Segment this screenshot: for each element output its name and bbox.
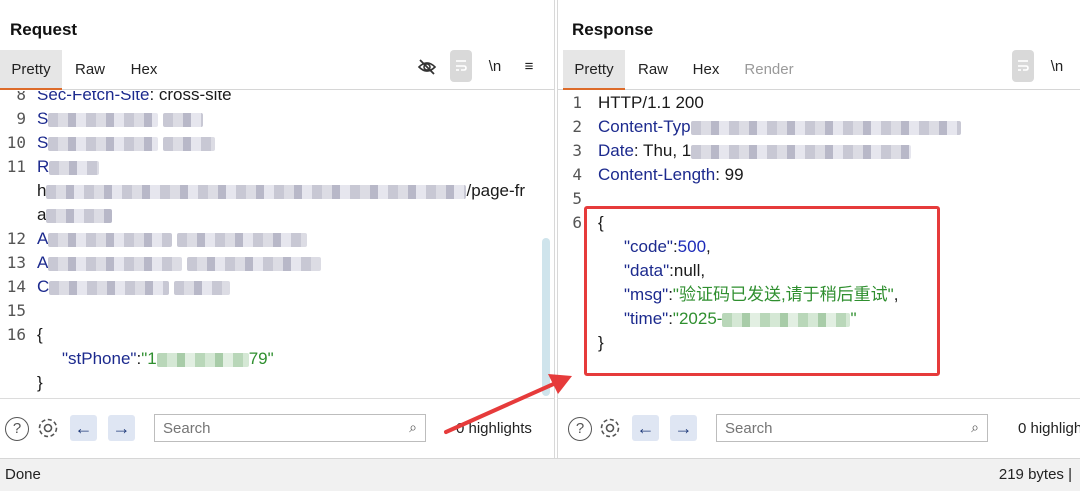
redacted-text xyxy=(46,208,113,223)
annotation-highlight-box xyxy=(584,206,940,376)
redacted-text xyxy=(48,112,159,127)
redacted-text xyxy=(163,112,204,127)
response-tab-raw[interactable]: Raw xyxy=(625,50,681,90)
menu-icon[interactable]: ≡ xyxy=(518,52,540,82)
magnifier-icon: ⌕ xyxy=(971,419,979,435)
arrow-right-icon[interactable]: → xyxy=(108,415,135,441)
redacted-text xyxy=(174,280,231,295)
annotation-arrow xyxy=(444,374,572,434)
redacted-text xyxy=(48,232,173,247)
response-tab-pretty[interactable]: Pretty xyxy=(563,50,625,90)
magnifier-icon: ⌕ xyxy=(409,419,417,435)
redacted-text xyxy=(46,184,467,199)
redacted-text xyxy=(177,232,308,247)
redacted-text xyxy=(690,120,961,135)
status-text: Done xyxy=(5,466,41,483)
redacted-text xyxy=(156,352,249,367)
status-bar: Done 219 bytes | xyxy=(0,458,1080,491)
wrap-icon[interactable] xyxy=(1012,50,1034,82)
response-tab-render[interactable]: Render xyxy=(736,50,802,90)
redacted-text xyxy=(48,256,183,271)
request-tab-pretty[interactable]: Pretty xyxy=(0,50,62,90)
request-search-field[interactable] xyxy=(155,415,375,441)
response-search-input[interactable]: ⌕ xyxy=(716,414,988,442)
request-editor[interactable]: 8 Sec-Fetch-Site: cross-site 9 S 10 S 11… xyxy=(0,91,554,398)
arrow-right-icon[interactable]: → xyxy=(670,415,697,441)
gear-icon[interactable] xyxy=(35,415,61,446)
burp-repeater-window: Request Pretty Raw Hex \n ≡ 8 Sec-Fetch-… xyxy=(0,0,1080,491)
redacted-text xyxy=(49,160,100,175)
response-title: Response xyxy=(572,20,654,39)
request-tab-raw[interactable]: Raw xyxy=(62,50,118,90)
redacted-text xyxy=(48,136,159,151)
arrow-left-icon[interactable]: ← xyxy=(70,415,97,441)
request-search-input[interactable]: ⌕ xyxy=(154,414,426,442)
wrap-icon[interactable] xyxy=(450,50,472,82)
newline-toggle[interactable]: \n xyxy=(1046,52,1068,82)
redacted-text xyxy=(187,256,322,271)
redacted-text xyxy=(49,280,170,295)
response-search-field[interactable] xyxy=(717,415,937,441)
newline-toggle[interactable]: \n xyxy=(484,52,506,82)
redacted-text xyxy=(691,144,912,159)
response-search-bar: ? ← → ⌕ 0 highligh xyxy=(558,398,1080,458)
arrow-left-icon[interactable]: ← xyxy=(632,415,659,441)
response-tabs: Pretty Raw Hex Render xyxy=(558,50,1080,90)
request-tab-hex[interactable]: Hex xyxy=(118,50,170,90)
response-highlights-count: 0 highligh xyxy=(1018,420,1080,437)
gear-icon[interactable] xyxy=(597,415,623,446)
eye-slash-icon[interactable] xyxy=(415,52,439,82)
response-size: 219 bytes | xyxy=(998,466,1072,483)
request-title: Request xyxy=(10,20,78,39)
help-icon[interactable]: ? xyxy=(5,417,29,441)
redacted-text xyxy=(163,136,216,151)
response-tab-hex[interactable]: Hex xyxy=(681,50,731,90)
